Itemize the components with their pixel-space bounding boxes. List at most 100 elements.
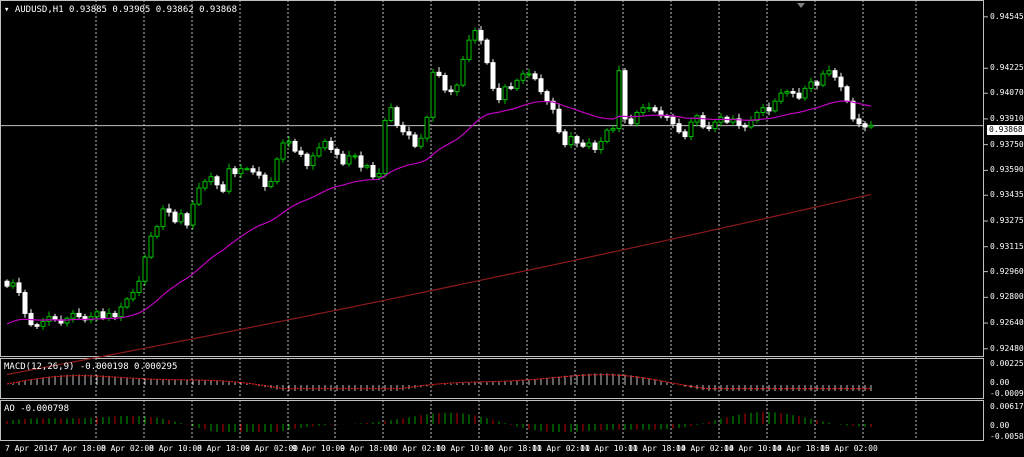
candle-bearish <box>334 148 340 155</box>
candle-bullish <box>352 155 358 158</box>
candle-bearish <box>490 62 496 89</box>
candle-bearish <box>4 280 10 287</box>
candle-bullish <box>106 312 112 319</box>
candle-bullish <box>454 84 460 93</box>
candle-bearish <box>298 150 304 155</box>
price-axis-label: 0.93910 <box>990 113 1024 123</box>
price-axis-label: 0.92640 <box>990 318 1024 328</box>
candle-bearish <box>478 30 484 41</box>
candle-bullish <box>688 121 694 138</box>
symbol-dropdown-icon[interactable]: ▾ <box>4 5 9 15</box>
symbol-label: AUDUSD,H1 <box>14 5 64 15</box>
candle-bearish <box>16 282 22 294</box>
candle-bearish <box>394 107 400 126</box>
price-axis-label: 0.93115 <box>990 241 1024 251</box>
candle-bearish <box>790 91 796 94</box>
candle-bearish <box>628 118 634 125</box>
candle-bullish <box>382 120 388 175</box>
candle-bearish <box>256 171 262 176</box>
candle-bullish <box>472 30 478 41</box>
candle-bearish <box>796 92 802 99</box>
candle-bearish <box>682 131 688 138</box>
candle-bullish <box>286 140 292 144</box>
candle-bearish <box>850 100 856 120</box>
candle-bearish <box>412 134 418 147</box>
candle-bullish <box>70 312 76 319</box>
candle-bullish <box>694 115 700 123</box>
candle-bullish <box>208 176 214 183</box>
candle-bullish <box>502 86 508 101</box>
candle-bullish <box>424 116 430 139</box>
candle-bullish <box>646 107 652 110</box>
candle-bearish <box>862 123 868 128</box>
macd-axis-bottom: -0.00090 <box>990 389 1024 398</box>
candle-bullish <box>586 142 592 147</box>
candle-bearish <box>292 140 298 152</box>
price-axis-label: 0.93435 <box>990 190 1024 200</box>
candle-bullish <box>280 142 286 160</box>
candle-bullish <box>568 136 574 146</box>
candle-bearish <box>358 155 364 168</box>
macd-axis-top: 0.002252 <box>990 359 1024 368</box>
candle-bullish <box>142 256 148 282</box>
macd-axis-zero: 0.00 <box>990 378 1010 387</box>
candle-bearish <box>508 86 514 89</box>
candle-bullish <box>178 213 184 223</box>
candle-bullish <box>868 124 874 128</box>
candle-bullish <box>376 173 382 178</box>
candle-bearish <box>742 124 748 128</box>
candle-bearish <box>304 153 310 167</box>
candle-bearish <box>484 39 490 64</box>
candle-bearish <box>766 107 772 112</box>
candle-bullish <box>118 306 124 318</box>
candle-bearish <box>814 81 820 86</box>
candle-bullish <box>136 280 142 294</box>
candle-bullish <box>520 73 526 81</box>
candle-bullish <box>202 181 208 189</box>
candle-bullish <box>526 73 532 76</box>
candle-bearish <box>22 292 28 314</box>
price-axis-label: 0.92960 <box>990 266 1024 276</box>
candle-bearish <box>34 324 40 327</box>
candle-bullish <box>640 107 646 113</box>
candle-bearish <box>400 124 406 133</box>
candle-bearish <box>328 140 334 150</box>
candle-bullish <box>274 158 280 183</box>
candle-bullish <box>364 165 370 168</box>
time-axis-label: 8 Apr 02:00 <box>101 444 154 453</box>
candle-bearish <box>436 71 442 77</box>
candle-bullish <box>772 100 778 112</box>
candle-bearish <box>100 311 106 319</box>
candle-bearish <box>496 87 502 101</box>
candle-bearish <box>838 76 844 88</box>
ao-axis-bottom: -0.00580 <box>990 432 1024 441</box>
time-axis-label: 7 Apr 18:00 <box>53 444 106 453</box>
ao-axis-top: 0.006179 <box>990 402 1024 411</box>
candle-bearish <box>112 312 118 318</box>
candle-bullish <box>802 87 808 99</box>
ao-label: AO -0.000798 <box>4 404 70 414</box>
candle-bearish <box>592 142 598 150</box>
candle-bullish <box>514 79 520 89</box>
time-axis-label: 15 Apr 02:00 <box>820 444 878 453</box>
candle-bearish <box>556 108 562 133</box>
candle-bullish <box>610 128 616 131</box>
candle-bullish <box>226 168 232 192</box>
candle-bullish <box>268 181 274 187</box>
candle-bullish <box>154 226 160 237</box>
candle-bullish <box>130 292 136 300</box>
time-axis-label: 8 Apr 18:00 <box>197 444 250 453</box>
candle-bullish <box>778 92 784 102</box>
chart-canvas[interactable] <box>0 0 1024 457</box>
candle-bearish <box>580 142 586 147</box>
candle-bearish <box>172 211 178 223</box>
current-price-tag: 0.93868 <box>987 125 1024 135</box>
candle-bullish <box>40 320 46 327</box>
candle-bullish <box>10 282 16 287</box>
candle-bullish <box>196 187 202 205</box>
candle-bearish <box>220 184 226 192</box>
candle-bullish <box>316 147 322 157</box>
price-axis-label: 0.92480 <box>990 343 1024 353</box>
candle-bullish <box>820 73 826 86</box>
candle-bullish <box>244 168 250 171</box>
